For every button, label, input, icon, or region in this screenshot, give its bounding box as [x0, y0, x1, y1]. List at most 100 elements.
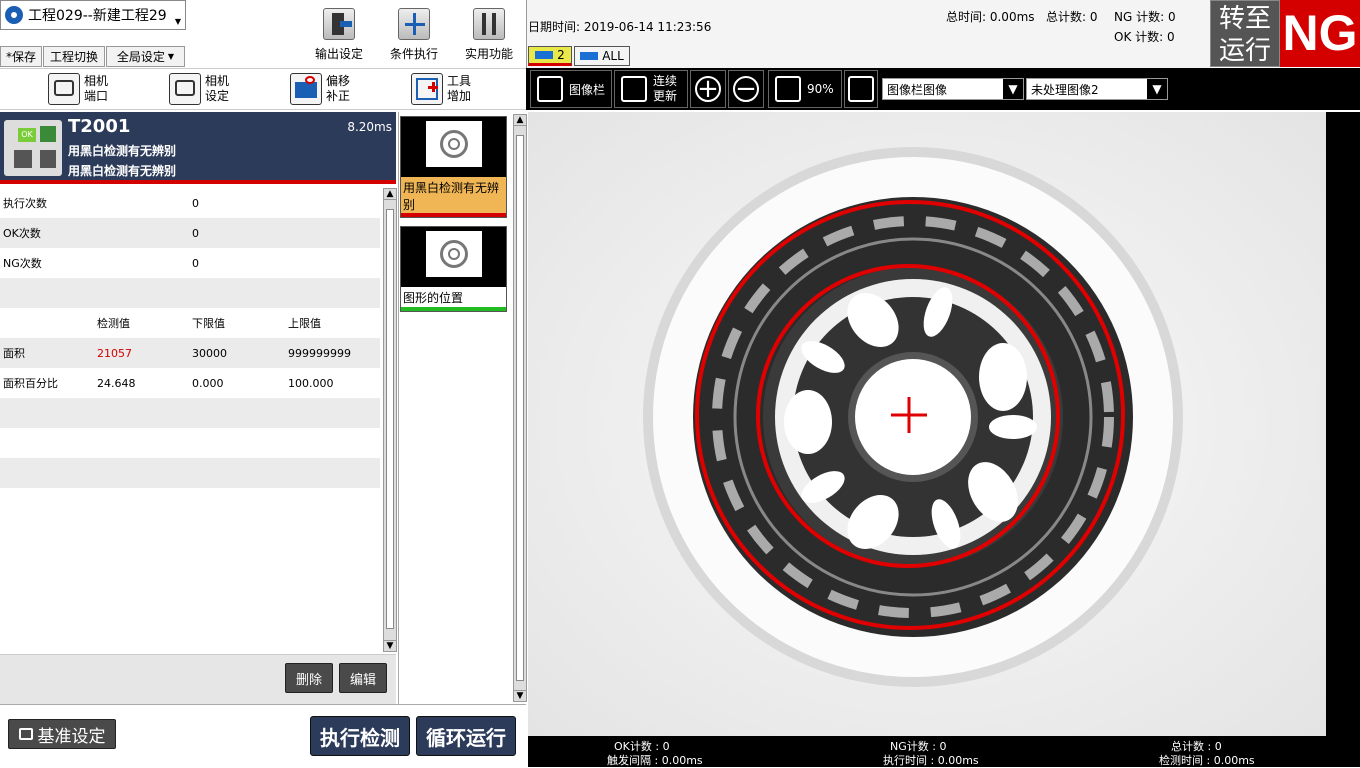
row-name: 面积 — [3, 347, 25, 360]
datetime-label: 日期时间: — [528, 20, 581, 34]
ok-count: OK 计数: 0 — [1114, 30, 1175, 44]
tab-camera-2[interactable]: 2 — [528, 46, 572, 66]
continuous-update-button[interactable]: 连续 更新 — [614, 70, 688, 108]
offset-label1: 偏移 — [326, 74, 351, 88]
thumb-label-box: 图形的位置 — [401, 287, 506, 307]
project-title: 工程029--新建工程29 — [28, 8, 167, 24]
row-value: 24.648 — [97, 376, 136, 390]
project-selector[interactable]: 工程029--新建工程29 ▼ — [0, 0, 186, 30]
camera-port-label2: 端口 — [84, 89, 109, 103]
tool-desc-1: 用黑白检测有无辨别 — [68, 144, 177, 158]
fit-icon — [775, 76, 801, 102]
tool-desc-2: 用黑白检测有无辨别 — [68, 164, 177, 178]
base-settings-label: 基准设定 — [37, 726, 106, 747]
col-header: 检测值 — [97, 317, 130, 330]
inspection-image[interactable] — [528, 112, 1326, 736]
canvas-margin — [1326, 112, 1360, 736]
total-time: 总时间: 0.00ms — [946, 10, 1035, 24]
list-item — [0, 398, 380, 428]
settings-icon — [18, 728, 33, 740]
scroll-down-icon[interactable]: ▼ — [384, 640, 396, 651]
camera-settings-button[interactable]: 相机 设定 — [169, 72, 229, 106]
delete-button[interactable]: 删除 — [285, 663, 333, 693]
thumb-label: 用黑白检测有无辨别 — [403, 181, 500, 212]
image-icon — [537, 76, 563, 102]
camera-settings-label1: 相机 — [205, 74, 230, 88]
row-name: 面积百分比 — [3, 377, 58, 390]
stat-value: 0 — [192, 256, 199, 270]
global-settings-label: 全局设定 — [116, 50, 165, 64]
continuous-label1: 连续 — [653, 74, 678, 88]
project-switch-button[interactable]: 工程切换 — [43, 46, 105, 67]
left-scrollbar[interactable]: ▲ ▼ — [383, 188, 397, 652]
list-item: OK次数 0 — [0, 218, 380, 248]
base-settings-button[interactable]: 基准设定 — [8, 719, 116, 749]
wheel-image — [528, 112, 1326, 736]
scroll-up-icon[interactable]: ▲ — [384, 189, 396, 200]
global-settings-button[interactable]: 全局设定 ▼ — [106, 46, 185, 67]
status-detect-time: 检测时间 : 0.00ms — [1159, 754, 1255, 767]
grid-icon — [848, 76, 874, 102]
scroll-up-icon[interactable]: ▲ — [514, 115, 526, 126]
offset-label2: 补正 — [326, 89, 351, 103]
utility-button[interactable]: 实用功能 — [454, 8, 524, 64]
row-low: 0.000 — [192, 376, 224, 390]
add-tool-button[interactable]: 工具 增加 — [411, 72, 471, 106]
gear-icon — [5, 6, 23, 24]
tool-header[interactable]: OK T2001 8.20ms 用黑白检测有无辨别 用黑白检测有无辨别 — [0, 112, 396, 184]
zoom-out-button[interactable]: − — [728, 70, 764, 108]
thumb-scrollbar[interactable]: ▲ ▼ — [513, 114, 527, 702]
edit-button[interactable]: 编辑 — [339, 663, 387, 693]
output-settings-button[interactable]: 输出设定 — [304, 8, 374, 64]
offset-correction-button[interactable]: 偏移 补正 — [290, 72, 350, 106]
camera-port-button[interactable]: 相机 端口 — [48, 72, 108, 106]
grid-button[interactable] — [844, 70, 878, 108]
chevron-down-icon: ▼ — [1147, 79, 1167, 99]
thumb-status-bar — [401, 307, 506, 311]
datetime-row: 日期时间: 2019-06-14 11:23:56 — [528, 18, 711, 35]
status-exec-time: 执行时间 : 0.00ms — [883, 754, 979, 767]
tool-thumb-1[interactable]: 用黑白检测有无辨别 — [400, 116, 507, 218]
thumb-status-bar — [401, 213, 506, 217]
fit-zoom-button[interactable]: 90% — [768, 70, 842, 108]
image-source-select[interactable]: 图像栏图像 ▼ — [882, 78, 1024, 100]
image-type-select[interactable]: 未处理图像2 ▼ — [1026, 78, 1168, 100]
col-header: 上限值 — [288, 317, 321, 330]
continuous-label2: 更新 — [653, 89, 678, 103]
tool-actions — [0, 654, 396, 704]
stat-label: OK次数 — [3, 227, 41, 240]
goto-run-button[interactable]: 转至 运行 — [1210, 0, 1280, 67]
camera-icon — [580, 52, 599, 60]
list-item: 执行次数 0 — [0, 188, 380, 218]
table-row: 面积百分比 24.648 0.000 100.000 — [0, 368, 380, 398]
chevron-down-icon: ▼ — [167, 52, 175, 61]
tab-all[interactable]: ALL — [574, 46, 630, 66]
wheel-thumbnail — [425, 231, 482, 277]
tools-icon — [473, 8, 505, 40]
offset-icon — [290, 73, 322, 105]
scroll-down-icon[interactable]: ▼ — [514, 690, 526, 701]
zoom-out-icon: − — [733, 76, 759, 102]
total-count: 总计数: 0 — [1046, 10, 1098, 24]
tool-id: T2001 — [68, 116, 131, 137]
ok-icon: OK — [18, 128, 36, 142]
loop-run-button[interactable]: 循环运行 — [416, 716, 516, 756]
save-button[interactable]: *保存 — [0, 46, 42, 67]
scroll-thumb[interactable] — [516, 135, 524, 681]
chevron-down-icon: ▼ — [1003, 79, 1023, 99]
add-tool-label1: 工具 — [447, 74, 472, 88]
wheel-thumbnail — [425, 121, 482, 167]
condition-exec-button[interactable]: 条件执行 — [379, 8, 449, 64]
thumb-label-box: 用黑白检测有无辨别 — [401, 177, 506, 213]
scroll-thumb[interactable] — [386, 209, 394, 629]
stat-label: 执行次数 — [3, 197, 47, 210]
camera-settings-icon — [169, 73, 201, 105]
table-row: 面积 21057 30000 999999999 — [0, 338, 380, 368]
image-bar-button[interactable]: 图像栏 — [530, 70, 612, 108]
tool-thumb-2[interactable]: 图形的位置 — [400, 226, 507, 312]
zoom-in-button[interactable]: + — [690, 70, 726, 108]
execute-detect-button[interactable]: 执行检测 — [310, 716, 410, 756]
utility-label: 实用功能 — [464, 47, 513, 61]
stat-value: 0 — [192, 226, 199, 240]
stat-value: 0 — [192, 196, 199, 210]
